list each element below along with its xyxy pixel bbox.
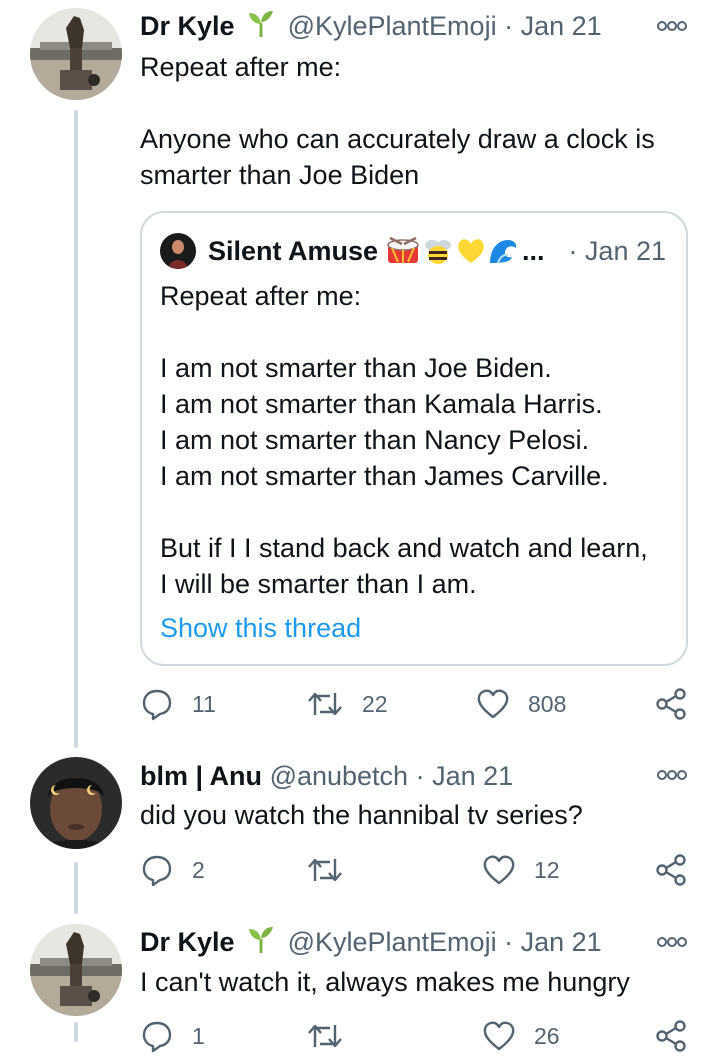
reply-count: 2	[192, 856, 205, 883]
retweet-icon	[308, 692, 342, 716]
seedling-emoji	[248, 926, 274, 961]
heart-icon	[483, 855, 515, 885]
bee-emoji	[425, 240, 452, 264]
reply-button[interactable]: 1	[140, 1016, 205, 1056]
tweet-text: did you watch the hannibal tv series?	[140, 800, 583, 830]
share-button[interactable]	[654, 1016, 688, 1056]
timestamp[interactable]: Jan 21	[521, 927, 602, 957]
reply-button[interactable]: 2	[140, 850, 205, 890]
display-name[interactable]: blm | Anu	[140, 761, 262, 791]
thread-line	[74, 862, 78, 914]
tweet-header: blm | Anu @anubetch · Jan 21	[140, 760, 513, 792]
drum-emoji	[387, 236, 419, 263]
tweet-header: Dr Kyle @KylePlantEmoji · Jan 21	[140, 926, 602, 961]
separator: ·	[415, 761, 425, 791]
handle[interactable]: @KylePlantEmoji	[288, 11, 497, 41]
tweet-actions: 11 22 808	[140, 684, 692, 724]
share-button[interactable]	[654, 684, 688, 724]
seedling-emoji	[248, 10, 274, 45]
handle[interactable]: @KylePlantEmoji	[288, 927, 497, 957]
display-name[interactable]: Dr Kyle	[140, 927, 235, 957]
heart-icon	[483, 1021, 515, 1051]
quoted-tweet-text: Repeat after me: I am not smarter than J…	[160, 281, 648, 599]
reply-icon	[142, 855, 172, 887]
timestamp[interactable]: Jan 21	[521, 11, 602, 41]
more-options-icon[interactable]	[656, 768, 688, 782]
more-options-icon[interactable]	[656, 19, 688, 33]
thread-line	[74, 1022, 78, 1042]
separator: ·	[504, 11, 514, 41]
tweet-actions: 1 26	[140, 1016, 692, 1056]
share-button[interactable]	[654, 850, 688, 890]
timestamp[interactable]: Jan 21	[432, 761, 513, 791]
separator: ·	[568, 236, 578, 266]
reply-icon	[142, 1021, 172, 1053]
like-count: 26	[534, 1022, 560, 1049]
avatar[interactable]	[30, 757, 122, 849]
share-icon	[656, 854, 686, 886]
wave-emoji	[490, 240, 517, 264]
tweet-text: Repeat after me: Anyone who can accurate…	[140, 52, 655, 190]
like-button[interactable]: 26	[482, 1016, 560, 1056]
show-thread-link[interactable]: Show this thread	[160, 613, 361, 644]
separator: ·	[504, 927, 514, 957]
heart-icon	[477, 689, 509, 719]
reply-icon	[142, 689, 172, 721]
share-icon	[656, 1020, 686, 1052]
retweet-icon	[308, 858, 342, 882]
more-options-icon[interactable]	[656, 935, 688, 949]
like-button[interactable]: 808	[476, 684, 566, 724]
reply-button[interactable]: 11	[140, 684, 216, 724]
retweet-button[interactable]: 22	[306, 684, 388, 724]
avatar[interactable]	[30, 8, 122, 100]
reply-count: 1	[192, 1022, 205, 1049]
like-button[interactable]: 12	[482, 850, 560, 890]
quoted-timestamp[interactable]: · Jan 21	[568, 233, 666, 269]
reply-count: 11	[192, 690, 216, 717]
handle[interactable]: @anubetch	[270, 761, 409, 791]
quoted-tweet-header: Silent Amuse ...	[160, 233, 545, 269]
quoted-avatar[interactable]	[160, 233, 196, 269]
tweet-text: I can't watch it, always makes me hungry	[140, 967, 630, 997]
quoted-display-name[interactable]: Silent Amuse	[208, 236, 378, 267]
quoted-tweet[interactable]: Silent Amuse ... · Jan 21 Repeat after m…	[140, 211, 688, 666]
quoted-date: Jan 21	[584, 236, 666, 266]
retweet-icon	[308, 1024, 342, 1048]
retweet-button[interactable]	[306, 1016, 362, 1056]
tweet-actions: 2 12	[140, 850, 692, 890]
retweet-button[interactable]	[306, 850, 362, 890]
share-icon	[656, 688, 686, 720]
like-count: 12	[534, 856, 560, 883]
avatar[interactable]	[30, 924, 122, 1016]
thread-line	[74, 110, 78, 748]
display-name[interactable]: Dr Kyle	[140, 11, 235, 41]
name-truncation: ...	[522, 235, 545, 266]
yellow-heart-emoji	[458, 239, 484, 263]
retweet-count: 22	[362, 690, 388, 717]
name-emojis	[386, 236, 518, 266]
tweet-header: Dr Kyle @KylePlantEmoji · Jan 21	[140, 10, 602, 45]
like-count: 808	[528, 690, 567, 717]
